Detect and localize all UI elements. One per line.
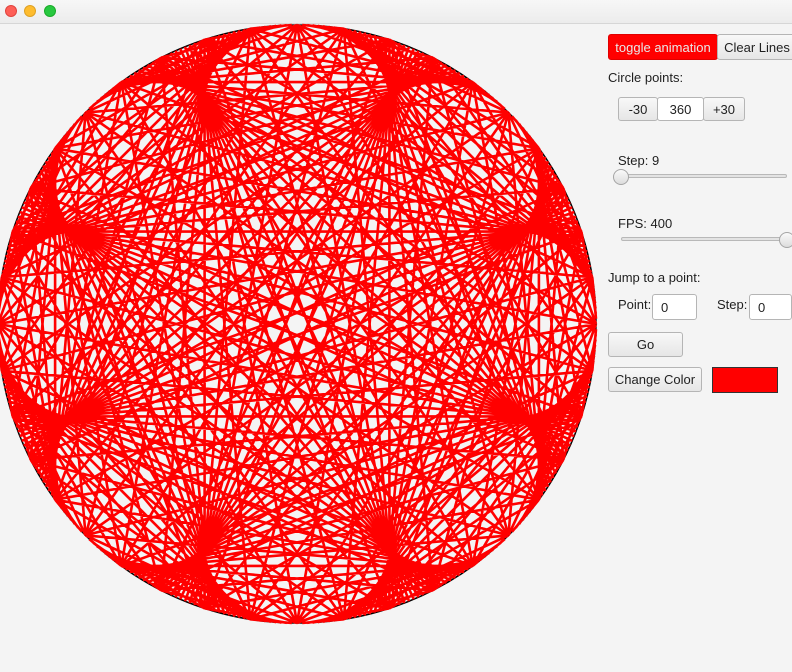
circle-points-input[interactable] [657, 97, 704, 121]
clear-lines-button[interactable]: Clear Lines [717, 34, 792, 60]
jump-to-point-label: Jump to a point: [608, 270, 701, 285]
point-input[interactable] [652, 294, 697, 320]
string-art-lines [0, 23, 598, 625]
jump-step-input[interactable] [749, 294, 792, 320]
step-slider-track[interactable] [621, 174, 787, 178]
change-color-button[interactable]: Change Color [608, 367, 702, 392]
jump-step-label: Step: [717, 297, 748, 312]
fps-slider-thumb[interactable] [779, 232, 792, 248]
toggle-animation-button[interactable]: toggle animation [608, 34, 718, 60]
fps-label: FPS: 400 [618, 216, 673, 231]
go-button[interactable]: Go [608, 332, 683, 357]
color-swatch[interactable] [712, 367, 778, 393]
fps-slider-track[interactable] [621, 237, 787, 241]
string-art-path [0, 23, 598, 625]
step-label: Step: 9 [618, 153, 660, 168]
increase-points-button[interactable]: +30 [703, 97, 745, 121]
circle-points-label: Circle points: [608, 70, 684, 85]
decrease-points-button[interactable]: -30 [618, 97, 658, 121]
point-label: Point: [618, 297, 652, 312]
step-slider-thumb[interactable] [613, 169, 629, 185]
